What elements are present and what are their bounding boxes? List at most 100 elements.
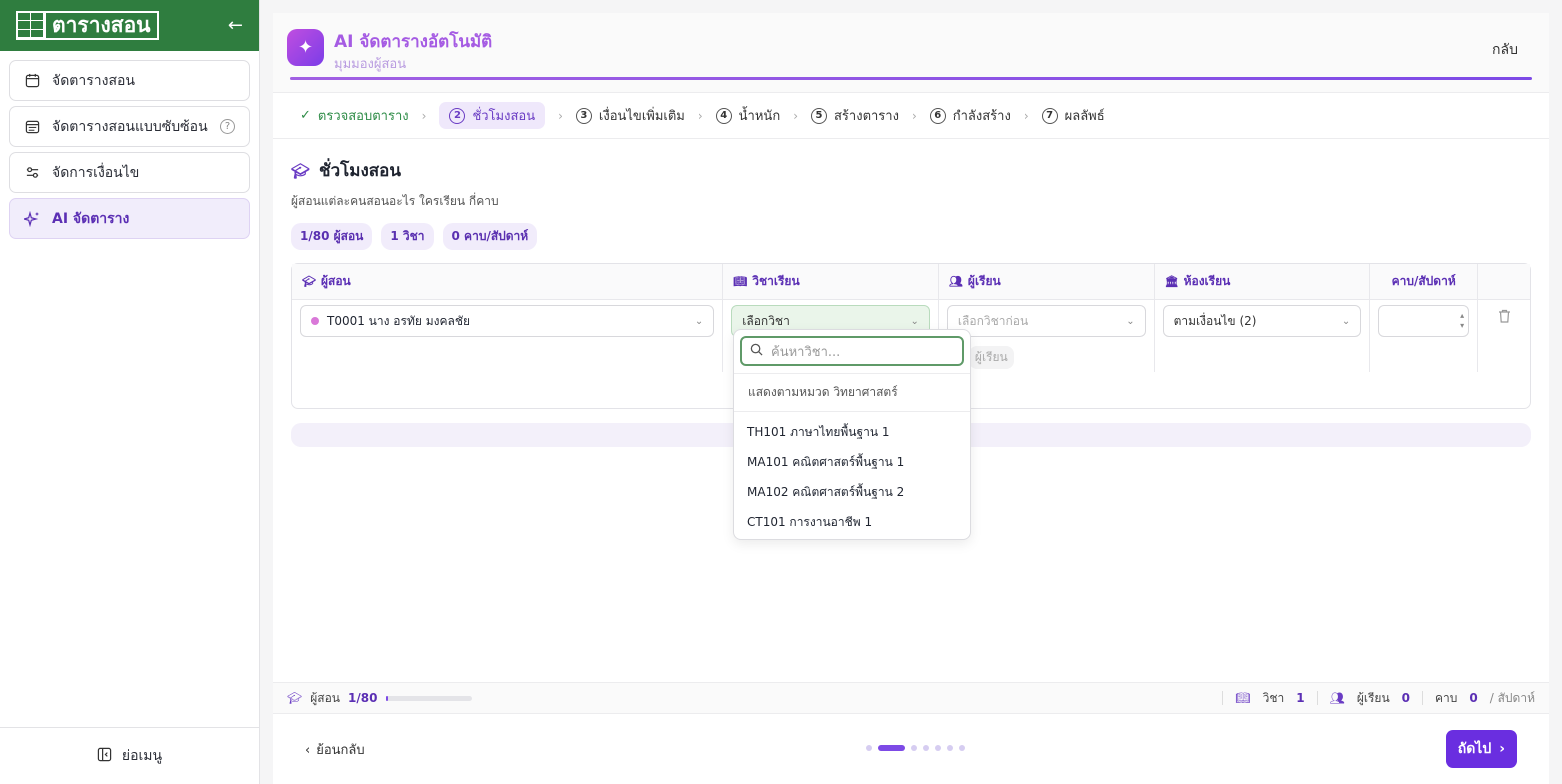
status-bar: 🎓︎ ผู้สอน 1/80 📖︎ วิชา 1 👥︎ ผู้เรียน 0 ค…: [273, 682, 1549, 714]
step-check-table[interactable]: ✓ ตรวจสอบตาราง: [300, 105, 409, 126]
next-button-label: ถัดไป: [1457, 741, 1492, 757]
sidebar: ตารางสอน ← จัดตารางสอน จัดตารางสอนแบบซับ…: [0, 0, 260, 784]
sparkles-icon: [24, 210, 40, 227]
teacher-select[interactable]: T0001 นาง อรทัย มงคลชัย ⌄: [300, 305, 715, 337]
logo-text: ตารางสอน: [52, 13, 151, 37]
search-placeholder: ค้นหาวิชา...: [771, 344, 841, 360]
users-icon: 👥︎: [1329, 691, 1345, 705]
section-title: 🎓︎ ชั่วโมงสอน: [291, 157, 1531, 184]
teacher-color-dot: [311, 317, 319, 325]
book-icon: 📖︎: [733, 275, 748, 288]
teacher-cell: T0001 นาง อรทัย มงคลชัย ⌄: [292, 300, 724, 372]
step-number: 2: [449, 107, 466, 124]
step-label: ตรวจสอบตาราง: [317, 109, 409, 124]
step-create-table[interactable]: 5 สร้างตาราง: [811, 105, 899, 126]
status-learner-value: 0: [1401, 691, 1410, 705]
status-period-value: 0: [1469, 691, 1478, 705]
chip-teachers: 1/80 ผู้สอน: [291, 223, 373, 250]
sidebar-item-conditions[interactable]: จัดการเงื่อนไข: [9, 152, 250, 193]
footer-nav: ‹ ย้อนกลับ ถัดไป ›: [273, 714, 1549, 784]
ai-sparkle-icon: ✦: [287, 29, 324, 66]
status-teacher-label: ผู้สอน: [310, 690, 340, 705]
step-dot: [923, 745, 929, 751]
actions-cell: [1478, 300, 1530, 372]
help-icon[interactable]: ?: [220, 119, 235, 134]
section-subtitle: ผู้สอนแต่ละคนสอนอะไร ใครเรียน กี่คาบ: [291, 194, 499, 208]
sliders-icon: [24, 165, 40, 181]
summary-chips: 1/80 ผู้สอน 1 วิชา 0 คาบ/สัปดาห์: [291, 223, 1531, 250]
graduation-cap-icon: 🎓︎: [287, 691, 303, 705]
column-header-learner: 👥︎ ผู้เรียน: [939, 264, 1155, 299]
step-weights[interactable]: 4 น้ำหนัก: [715, 105, 780, 126]
dropdown-option[interactable]: CT101 การงานอาชีพ 1: [734, 506, 970, 536]
page-subtitle: มุมมองผู้สอน: [334, 57, 407, 72]
section-title-text: ชั่วโมงสอน: [319, 161, 401, 181]
step-dot: [911, 745, 917, 751]
teacher-progress-fill: [386, 695, 388, 701]
status-subject-value: 1: [1296, 691, 1305, 705]
sidebar-item-label: จัดตารางสอนแบบซับซ้อน: [52, 118, 208, 135]
chip-periods: 0 คาบ/สัปดาห์: [442, 223, 538, 250]
sidebar-item-label: AI จัดตาราง: [52, 210, 130, 227]
sidebar-item-label: จัดตารางสอน: [52, 72, 135, 89]
stepper: ✓ ตรวจสอบตาราง › 2 ชั่วโมงสอน › 3 เงื่อน…: [273, 93, 1549, 139]
trash-icon[interactable]: [1498, 309, 1511, 367]
panel-collapse-icon: [97, 747, 112, 766]
column-label: ห้องเรียน: [1183, 274, 1231, 288]
graduation-cap-icon: 🎓︎: [302, 275, 316, 288]
chevron-right-icon: ›: [697, 108, 703, 123]
page-title: AI จัดตารางอัตโนมัติ: [334, 32, 493, 52]
dropdown-option[interactable]: MA102 คณิตศาสตร์พื้นฐาน 2: [734, 476, 970, 506]
sidebar-item-schedule[interactable]: จัดตารางสอน: [9, 60, 250, 101]
calendar-icon: [24, 73, 40, 89]
step-teaching-hours[interactable]: 2 ชั่วโมงสอน: [439, 102, 546, 129]
step-number: 3: [575, 107, 592, 124]
status-period-label: คาบ: [1435, 690, 1458, 705]
dropdown-category-label: แสดงตามหมวด วิทยาศาสตร์: [734, 373, 970, 412]
calendar-list-icon: [24, 119, 40, 135]
periods-stepper[interactable]: ▴ ▾: [1378, 305, 1470, 337]
building-icon: 🏛︎: [1164, 275, 1179, 288]
chevron-down-icon: ⌄: [1341, 315, 1351, 327]
step-label: กำลังสร้าง: [952, 109, 1011, 124]
step-extra-conditions[interactable]: 3 เงื่อนไขเพิ่มเติม: [575, 105, 685, 126]
chevron-right-icon: ›: [793, 108, 798, 123]
back-link[interactable]: กลับ: [1492, 39, 1518, 61]
back-button[interactable]: ‹ ย้อนกลับ: [305, 739, 365, 760]
app-logo[interactable]: ตารางสอน: [16, 11, 159, 40]
sidebar-header: ตารางสอน ←: [0, 0, 259, 51]
chip-subjects: 1 วิชา: [381, 223, 434, 250]
room-select[interactable]: ตามเงื่อนไข (2) ⌄: [1162, 305, 1362, 337]
book-icon: 📖︎: [1235, 691, 1251, 705]
subject-dropdown: ค้นหาวิชา... แสดงตามหมวด วิทยาศาสตร์ TH1…: [733, 329, 971, 540]
step-number: 6: [929, 107, 946, 124]
status-stats: 📖︎ วิชา 1 👥︎ ผู้เรียน 0 คาบ 0 / สัปดาห์: [1222, 689, 1535, 708]
chevron-right-icon: ›: [911, 108, 917, 123]
dropdown-option[interactable]: MA101 คณิตศาสตร์พื้นฐาน 1: [734, 446, 970, 476]
next-button[interactable]: ถัดไป ›: [1445, 730, 1517, 768]
teacher-value: T0001 นาง อรทัย มงคลชัย: [327, 313, 471, 328]
sidebar-item-complex-schedule[interactable]: จัดตารางสอนแบบซับซ้อน ?: [9, 106, 250, 147]
step-dot: [959, 745, 965, 751]
collapse-menu-label: ย่อเมนู: [121, 748, 163, 764]
step-dot: [947, 745, 953, 751]
learner-cell: เลือกวิชาก่อน ⌄ ผู้เรียน: [939, 300, 1155, 372]
divider: [1422, 691, 1423, 705]
learner-select[interactable]: เลือกวิชาก่อน ⌄: [946, 305, 1146, 337]
subject-search-input[interactable]: ค้นหาวิชา...: [740, 336, 964, 366]
page-header: ✦ AI จัดตารางอัตโนมัติ มุมมองผู้สอน กลับ: [273, 13, 1549, 93]
sidebar-item-label: จัดการเงื่อนไข: [52, 164, 140, 181]
step-results[interactable]: 7 ผลลัพธ์: [1041, 105, 1105, 126]
chevron-left-icon: ‹: [305, 742, 311, 758]
sidebar-item-ai-schedule[interactable]: AI จัดตาราง: [9, 198, 250, 239]
arrow-left-icon[interactable]: ←: [228, 15, 243, 36]
chevron-right-icon: ›: [421, 108, 427, 123]
step-number: 4: [715, 107, 732, 124]
chevron-down-icon: ⌄: [910, 315, 919, 327]
step-generating[interactable]: 6 กำลังสร้าง: [929, 105, 1011, 126]
collapse-menu-button[interactable]: ย่อเมนู: [0, 727, 259, 784]
dropdown-option[interactable]: TH101 ภาษาไทยพื้นฐาน 1: [734, 416, 970, 446]
column-label: ผู้เรียน: [967, 274, 1001, 288]
chevron-right-icon: ›: [558, 108, 563, 123]
step-dot: [935, 745, 941, 751]
